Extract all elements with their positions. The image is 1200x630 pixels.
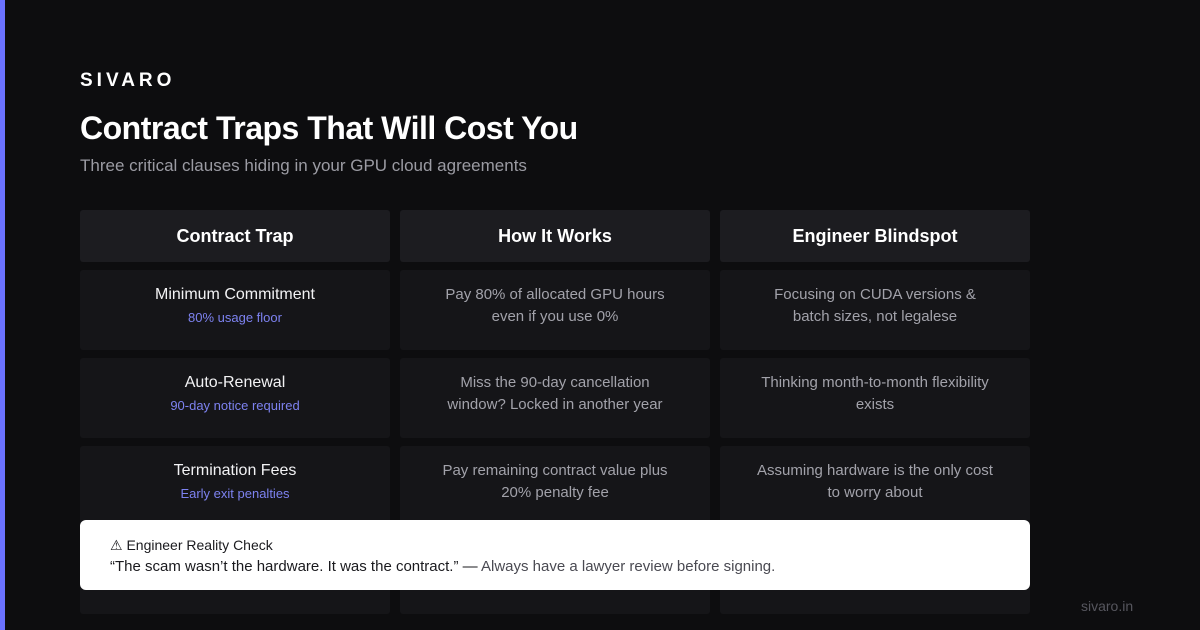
- table-row-1-blindspot: Focusing on CUDA versions & batch sizes,…: [720, 270, 1030, 350]
- table-row-2-blindspot: Thinking month-to-month flexibility exis…: [720, 358, 1030, 438]
- accent-bar: [0, 0, 5, 630]
- trap-name: Auto-Renewal: [184, 374, 286, 391]
- callout-quote: “The scam wasn’t the hardware. It was th…: [110, 558, 459, 575]
- column-header-engineer-blindspot: Engineer Blindspot: [720, 210, 1030, 262]
- blindspot-text: Focusing on CUDA versions & batch sizes,…: [774, 286, 976, 325]
- callout-heading: Engineer Reality Check: [126, 537, 273, 553]
- table-row-1-trap: Minimum Commitment 80% usage floor: [80, 270, 390, 350]
- blindspot-text: Assuming hardware is the only cost to wo…: [757, 462, 993, 501]
- warning-icon: ⚠: [110, 537, 123, 553]
- trap-name: Minimum Commitment: [154, 286, 315, 303]
- trap-tag: 90-day notice required: [170, 398, 300, 413]
- callout-heading-line: ⚠ Engineer Reality Check: [110, 536, 1000, 554]
- how-it-works-text: Pay remaining contract value plus 20% pe…: [442, 462, 668, 501]
- reality-check-callout: ⚠ Engineer Reality Check “The scam wasn’…: [80, 520, 1030, 590]
- trap-tag: Early exit penalties: [180, 486, 290, 501]
- table-row-2-how: Miss the 90-day cancellation window? Loc…: [400, 358, 710, 438]
- callout-note: Always have a lawyer review before signi…: [481, 558, 776, 575]
- callout-dash: —: [458, 558, 481, 575]
- page-subtitle: Three critical clauses hiding in your GP…: [80, 156, 527, 175]
- callout-body: “The scam wasn’t the hardware. It was th…: [110, 557, 1000, 577]
- table-row-1-how: Pay 80% of allocated GPU hours even if y…: [400, 270, 710, 350]
- how-it-works-text: Miss the 90-day cancellation window? Loc…: [447, 374, 663, 413]
- footer-url: sivaro.in: [1081, 598, 1134, 614]
- trap-tag: 80% usage floor: [188, 310, 282, 325]
- page-title: Contract Traps That Will Cost You: [80, 110, 578, 146]
- column-header-how-it-works: How It Works: [400, 210, 710, 262]
- trap-name: Termination Fees: [173, 462, 297, 479]
- brand-logo: SIVARO: [80, 70, 176, 91]
- blindspot-text: Thinking month-to-month flexibility exis…: [761, 374, 989, 413]
- column-header-contract-trap: Contract Trap: [80, 210, 390, 262]
- how-it-works-text: Pay 80% of allocated GPU hours even if y…: [445, 286, 665, 325]
- table-row-2-trap: Auto-Renewal 90-day notice required: [80, 358, 390, 438]
